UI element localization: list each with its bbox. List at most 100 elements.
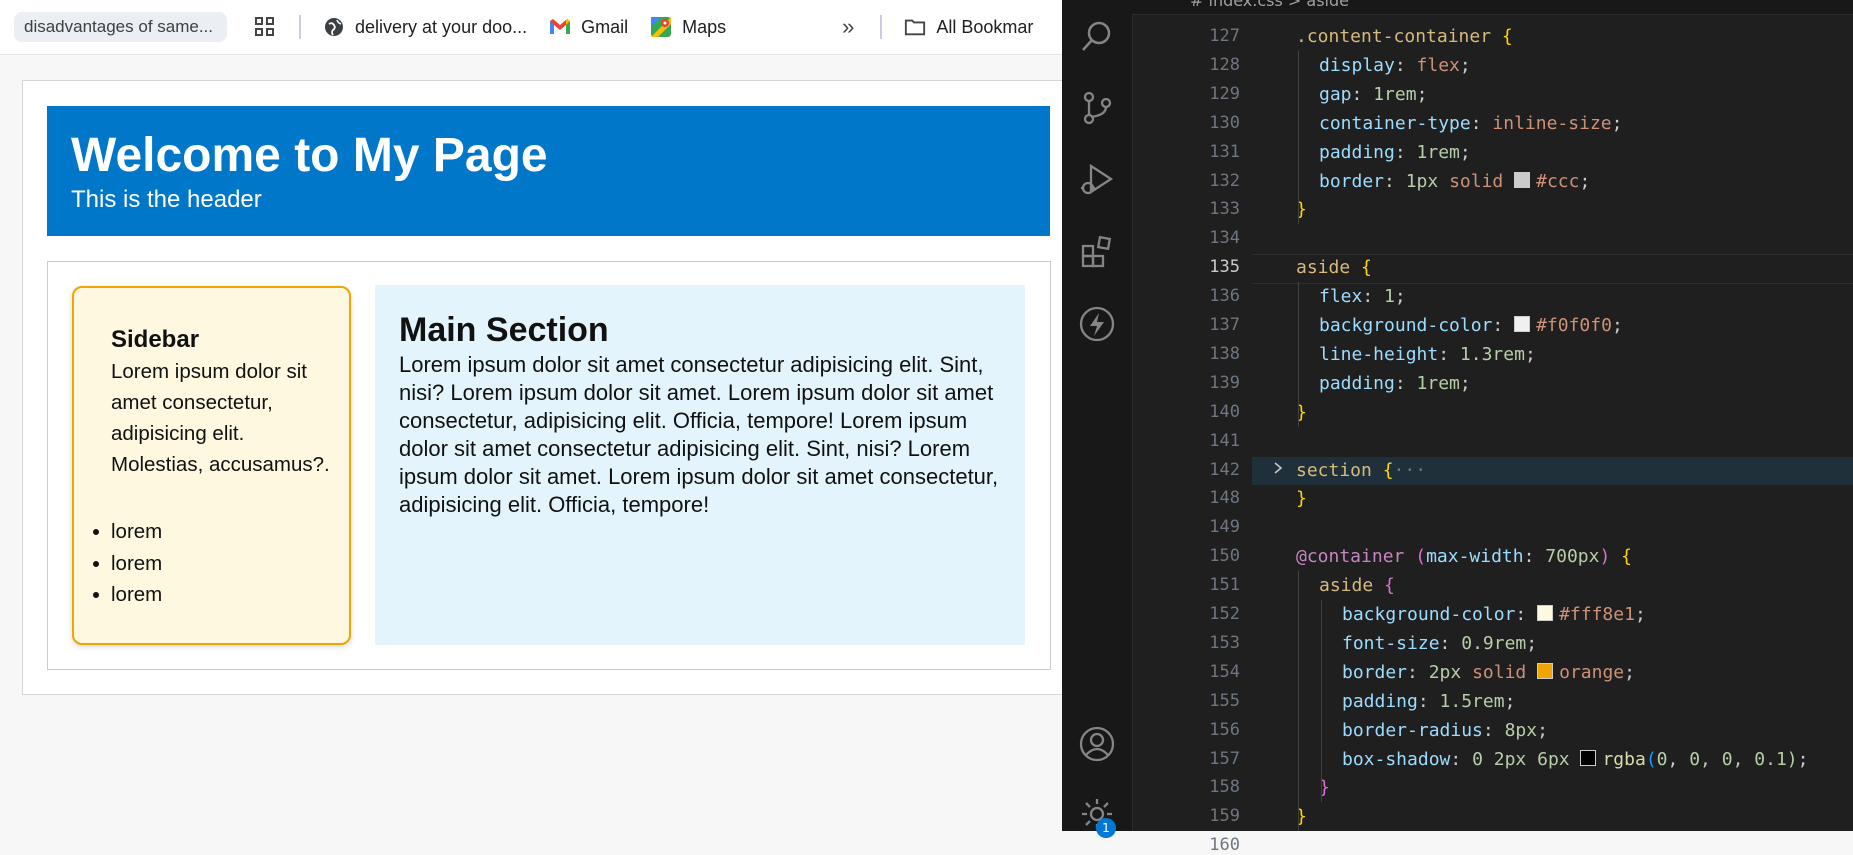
line-number: 132	[1209, 170, 1240, 191]
sidebar-list: lorem lorem lorem	[92, 516, 162, 611]
bookmarks-divider	[299, 15, 302, 39]
line-number: 142	[1209, 459, 1240, 480]
activity-bar: 1	[1062, 0, 1133, 838]
bookmark-label: Gmail	[581, 16, 629, 37]
line-number: 127	[1209, 26, 1240, 46]
color-swatch[interactable]	[1537, 605, 1554, 621]
line-number: 153	[1209, 632, 1240, 653]
code-line[interactable]: border: 2px solid orange;	[1342, 662, 1635, 683]
code-line[interactable]: display: flex;	[1319, 55, 1471, 76]
code-line[interactable]: background-color: #f0f0f0;	[1319, 315, 1623, 336]
sidebar-title: Sidebar	[111, 326, 200, 353]
list-item: lorem	[92, 516, 162, 548]
line-number: 131	[1209, 141, 1240, 162]
color-swatch[interactable]	[1514, 171, 1531, 188]
apps-grid-icon[interactable]	[253, 15, 277, 39]
line-number: 154	[1209, 661, 1240, 682]
code-line[interactable]: font-size: 0.9rem;	[1342, 633, 1537, 654]
gmail-icon	[549, 16, 571, 38]
line-number: 151	[1209, 575, 1240, 596]
main-title: Main Section	[399, 311, 609, 349]
run-debug-icon[interactable]	[1075, 158, 1119, 202]
code-line[interactable]: border: 1px solid #ccc;	[1319, 171, 1590, 192]
search-icon[interactable]	[1075, 14, 1119, 58]
line-number-gutter: 127 128 129 130 131 132 133 134 135 136 137 138 139 1…	[1132, 14, 1252, 855]
code-line[interactable]: padding: 1.5rem;	[1342, 691, 1515, 712]
main-text: Lorem ipsum dolor sit amet consectetur a…	[399, 352, 999, 517]
code-line[interactable]: .content-container {	[1296, 26, 1513, 47]
all-bookmarks-folder[interactable]: All Bookmar	[904, 16, 1033, 38]
code-line[interactable]: box-shadow: 0 2px 6px rgba(0, 0, 0, 0.1)…	[1342, 749, 1808, 770]
lightning-extension-icon[interactable]	[1075, 302, 1119, 346]
code-line[interactable]: line-height: 1.3rem;	[1319, 344, 1536, 365]
main-section: Main Section Lorem ipsum dolor sit amet …	[375, 285, 1025, 645]
globe-icon	[323, 16, 345, 38]
line-number: 159	[1209, 806, 1240, 827]
line-number: 138	[1209, 343, 1240, 364]
browser-window: disadvantages of same... delivery at you…	[0, 0, 1063, 831]
code-line[interactable]: padding: 1rem;	[1319, 373, 1471, 394]
line-number: 134	[1209, 228, 1240, 249]
list-item: lorem	[92, 548, 162, 580]
bookmark-label: Maps	[682, 16, 727, 37]
code-line[interactable]: }	[1296, 488, 1307, 509]
code-line[interactable]: border-radius: 8px;	[1342, 720, 1548, 741]
line-number: 136	[1209, 286, 1240, 307]
code-line[interactable]: padding: 1rem;	[1319, 142, 1471, 163]
fold-chevron-icon[interactable]	[1272, 460, 1284, 481]
line-number: 160	[1209, 835, 1240, 855]
folder-icon	[904, 16, 926, 38]
indent-guide	[1298, 50, 1299, 225]
all-bookmarks-label: All Bookmar	[936, 16, 1034, 37]
line-number: 141	[1209, 430, 1240, 451]
code-editor-window: 1 # index.css > aside 127 128 129 130 131 132…	[1062, 0, 1853, 855]
code-line[interactable]: aside {	[1319, 575, 1395, 596]
line-number: 130	[1209, 112, 1240, 133]
code-area[interactable]: .content-container { display: flex; gap: 1…	[1252, 14, 1853, 832]
sidebar-text: Lorem ipsum dolor sit amet consectetur, …	[111, 360, 330, 476]
code-line[interactable]: section {···	[1296, 460, 1426, 481]
indent-guide	[1298, 571, 1299, 832]
indent-guide	[1321, 600, 1322, 803]
account-icon[interactable]	[1075, 722, 1119, 766]
bookmark-tab-pill[interactable]: disadvantages of same...	[14, 12, 228, 42]
code-line[interactable]: @container (max-width: 700px) {	[1296, 546, 1632, 567]
code-line[interactable]: gap: 1rem;	[1319, 84, 1427, 105]
color-swatch[interactable]	[1537, 662, 1554, 679]
breadcrumb[interactable]: # index.css > aside	[1190, 0, 1349, 10]
header-subtitle: This is the header	[71, 186, 262, 213]
extensions-icon[interactable]	[1075, 230, 1119, 274]
line-number: 135	[1209, 257, 1240, 278]
code-line[interactable]: flex: 1;	[1319, 286, 1406, 307]
line-number: 150	[1209, 546, 1240, 567]
indent-guide	[1298, 282, 1299, 427]
line-number: 156	[1209, 719, 1240, 740]
code-line[interactable]: background-color: #fff8e1;	[1342, 604, 1646, 625]
notification-badge: 1	[1096, 818, 1116, 838]
maps-icon	[650, 16, 672, 38]
line-number: 133	[1209, 199, 1240, 220]
bookmarks-overflow-button[interactable]: »	[842, 14, 854, 40]
bookmark-gmail[interactable]: Gmail	[549, 16, 628, 38]
line-number: 137	[1209, 315, 1240, 335]
source-control-icon[interactable]	[1075, 86, 1119, 130]
bookmark-delivery[interactable]: delivery at your doo...	[323, 16, 527, 38]
line-number: 152	[1209, 604, 1240, 624]
bookmark-maps[interactable]: Maps	[650, 16, 726, 38]
color-swatch[interactable]	[1580, 749, 1597, 766]
bookmark-label: delivery at your doo...	[355, 16, 528, 37]
line-number: 157	[1209, 748, 1240, 769]
editor-breadcrumb-bar: # index.css > aside	[1132, 0, 1853, 15]
line-number: 140	[1209, 401, 1240, 422]
code-line[interactable]: aside {	[1296, 257, 1372, 278]
sidebar-aside: Sidebar Lorem ipsum dolor sit amet conse…	[72, 286, 351, 645]
line-number: 149	[1209, 517, 1240, 538]
line-number: 129	[1209, 83, 1240, 104]
line-number: 128	[1209, 54, 1240, 75]
line-number: 139	[1209, 372, 1240, 393]
code-line[interactable]: container-type: inline-size;	[1319, 113, 1622, 134]
header-title: Welcome to My Page	[71, 129, 548, 182]
bookmarks-divider	[880, 15, 883, 39]
color-swatch[interactable]	[1514, 316, 1531, 332]
line-number: 158	[1209, 777, 1240, 798]
